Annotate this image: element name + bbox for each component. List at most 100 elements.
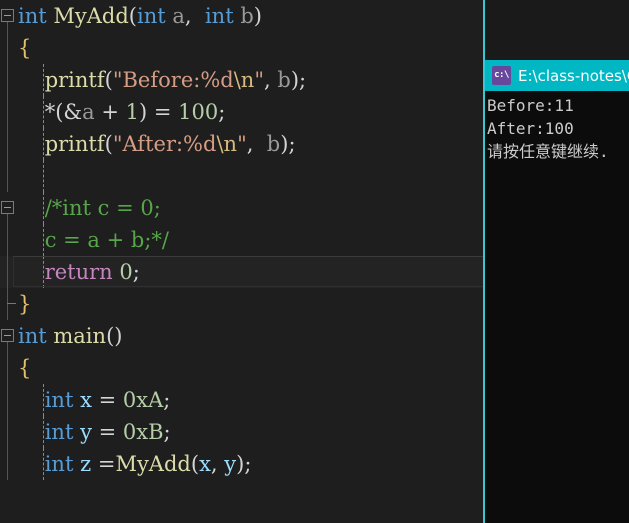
code-line-text: return 0; xyxy=(0,256,140,288)
code-line-text: { xyxy=(0,352,31,384)
code-token: "After:%d xyxy=(112,132,217,156)
code-token: ; xyxy=(288,132,296,156)
code-line-text: int main() xyxy=(0,320,122,352)
code-token: } xyxy=(18,292,32,316)
code-token: + xyxy=(94,100,126,124)
code-token: * xyxy=(44,100,56,124)
console-icon-glyph: c:\ xyxy=(494,70,509,80)
code-line-text: c = a + b;*/ xyxy=(0,224,169,256)
code-token: /*int c = 0; xyxy=(44,196,161,220)
code-token: int xyxy=(137,4,166,28)
console-output-text: Before:11 After:100 请按任意键继续. xyxy=(485,91,629,163)
code-token: = xyxy=(91,420,123,444)
code-token: ; xyxy=(218,100,226,124)
code-line-text: printf("Before:%d\n", b); xyxy=(0,64,306,96)
code-token: { xyxy=(18,36,32,60)
code-token: ; xyxy=(163,420,171,444)
code-token: main xyxy=(53,324,107,348)
code-token: x xyxy=(80,388,92,412)
code-token: b xyxy=(277,68,291,92)
code-line-text: int MyAdd(int a, int b) xyxy=(0,0,262,32)
code-token: a xyxy=(172,4,185,28)
code-token: ( xyxy=(104,132,113,156)
outlining-vertical-line-seg xyxy=(7,160,8,192)
code-line-text: int z =MyAdd(x, y); xyxy=(0,448,252,480)
code-token: " xyxy=(254,68,264,92)
code-line-text: *(&a + 1) = 100; xyxy=(0,96,226,128)
code-token: \n xyxy=(216,132,238,156)
code-token: ) xyxy=(290,68,300,92)
code-token: 0xB xyxy=(122,420,164,444)
code-token: 0xA xyxy=(122,388,164,412)
code-token: 0 xyxy=(119,260,133,284)
code-token: x xyxy=(199,452,211,476)
code-token: y xyxy=(80,420,92,444)
code-token: b xyxy=(266,132,281,156)
code-token: c = a + b;*/ xyxy=(44,228,169,252)
code-token: 1 xyxy=(125,100,139,124)
code-token: MyAdd xyxy=(115,452,191,476)
code-token: int xyxy=(44,420,74,444)
editor-right-strip xyxy=(483,0,629,60)
code-token: ; xyxy=(163,388,171,412)
outlining-vertical-line xyxy=(0,160,16,192)
code-token: ) xyxy=(253,4,262,28)
code-token: = xyxy=(91,388,123,412)
code-token: printf xyxy=(44,132,105,156)
code-token: printf xyxy=(44,68,105,92)
indent-guide xyxy=(43,160,44,192)
console-window-left-edge xyxy=(483,0,485,60)
code-token: ; xyxy=(299,68,307,92)
console-title-text: E:\class-notes\C xyxy=(518,66,629,85)
code-token: & xyxy=(63,100,83,124)
code-token: int xyxy=(18,324,47,348)
code-line-text: /*int c = 0; xyxy=(0,192,161,224)
code-token: = xyxy=(91,452,116,476)
console-output-window[interactable]: c:\ E:\class-notes\C Before:11 After:100 请… xyxy=(483,60,629,523)
code-token: int xyxy=(204,4,234,28)
console-output-line: 请按任意键继续. xyxy=(487,142,609,161)
code-token: int xyxy=(44,388,74,412)
console-window-icon: c:\ xyxy=(492,66,511,85)
code-token: MyAdd xyxy=(53,4,129,28)
code-token: ( xyxy=(128,4,137,28)
code-token: , xyxy=(210,452,225,476)
code-line-text: int x = 0xA; xyxy=(0,384,171,416)
code-token: 100 xyxy=(178,100,219,124)
code-token: y xyxy=(224,452,237,476)
code-token: int xyxy=(18,4,47,28)
code-token: "Before:%d xyxy=(112,68,234,92)
console-title-bar[interactable]: c:\ E:\class-notes\C xyxy=(485,60,629,91)
code-token: z xyxy=(80,452,92,476)
code-line-text: printf("After:%d\n", b); xyxy=(0,128,296,160)
console-output-line: Before:11 xyxy=(487,96,574,115)
code-token: " xyxy=(237,132,247,156)
code-token: ; xyxy=(244,452,252,476)
code-token: , xyxy=(184,4,192,28)
code-line-text: { xyxy=(0,32,31,64)
code-token: ; xyxy=(132,260,140,284)
code-token: b xyxy=(240,4,254,28)
code-line-text: int y = 0xB; xyxy=(0,416,171,448)
code-token: ( xyxy=(104,68,113,92)
console-output-line: After:100 xyxy=(487,119,574,138)
code-token: = xyxy=(147,100,179,124)
code-token: ) xyxy=(114,324,123,348)
code-token: ) xyxy=(138,100,148,124)
code-token: , xyxy=(264,68,271,92)
code-token: a xyxy=(82,100,95,124)
code-line-text: } xyxy=(0,288,31,320)
code-token: { xyxy=(18,356,32,380)
code-token: ( xyxy=(190,452,200,476)
